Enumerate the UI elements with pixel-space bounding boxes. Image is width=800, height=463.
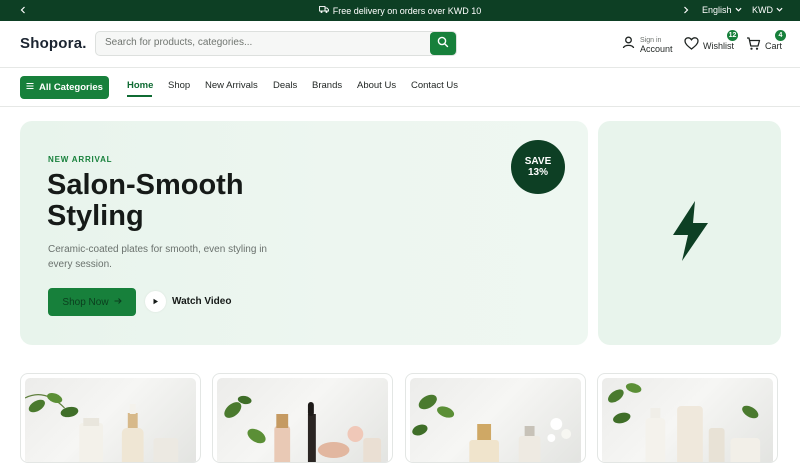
currency-value: KWD bbox=[752, 5, 773, 15]
product-image bbox=[217, 378, 388, 462]
wishlist-link[interactable]: Wishlist bbox=[684, 36, 734, 56]
account-link[interactable]: Sign in Account bbox=[621, 35, 673, 55]
all-categories-label: All Categories bbox=[39, 82, 103, 93]
play-icon bbox=[145, 291, 166, 312]
product-image bbox=[602, 378, 773, 462]
chevron-down-icon bbox=[735, 5, 742, 15]
search-input[interactable] bbox=[105, 37, 425, 48]
active-nav-underline bbox=[127, 95, 152, 97]
chevron-right-icon[interactable] bbox=[680, 4, 692, 16]
nav-link-contact-us[interactable]: Contact Us bbox=[411, 80, 458, 91]
user-icon bbox=[621, 35, 636, 55]
watch-video-label: Watch Video bbox=[172, 296, 232, 307]
account-label: Account bbox=[640, 44, 673, 54]
shop-now-button[interactable]: Shop Now bbox=[48, 288, 136, 316]
announcement-bar: Free delivery on orders over KWD 10 Engl… bbox=[0, 0, 800, 21]
lightning-bolt-icon bbox=[667, 199, 713, 268]
site-logo[interactable]: Shopora. bbox=[20, 35, 87, 52]
currency-select[interactable]: KWD bbox=[752, 5, 783, 15]
wishlist-label: Wishlist bbox=[703, 41, 734, 51]
promo-text: Free delivery on orders over KWD 10 bbox=[332, 5, 482, 16]
nav-link-new-arrivals[interactable]: New Arrivals bbox=[205, 80, 258, 91]
language-value: English bbox=[702, 5, 732, 15]
cart-label: Cart bbox=[765, 41, 783, 51]
hero-eyebrow: NEW ARRIVAL bbox=[48, 155, 113, 164]
search-bar bbox=[95, 31, 457, 56]
product-image bbox=[25, 378, 196, 462]
nav-link-deals[interactable]: Deals bbox=[273, 80, 297, 91]
hero-title: Salon-Smooth Styling bbox=[47, 169, 244, 232]
search-button[interactable] bbox=[430, 32, 456, 55]
all-categories-button[interactable]: All Categories bbox=[20, 76, 109, 99]
cart-count-badge: 4 bbox=[775, 30, 786, 41]
product-image bbox=[410, 378, 581, 462]
chevron-down-icon bbox=[776, 5, 783, 15]
discount-badge-line1: SAVE bbox=[524, 156, 552, 167]
main-nav: All Categories Home Shop New Arrivals De… bbox=[0, 68, 800, 107]
wishlist-count-badge: 12 bbox=[727, 30, 738, 41]
truck-icon bbox=[318, 5, 329, 16]
nav-link-about-us[interactable]: About Us bbox=[357, 80, 396, 91]
menu-icon bbox=[26, 82, 34, 93]
heart-icon bbox=[684, 36, 699, 56]
nav-link-home[interactable]: Home bbox=[127, 80, 153, 91]
shop-now-label: Shop Now bbox=[62, 296, 109, 308]
hero-banner: NEW ARRIVAL Salon-Smooth Styling Ceramic… bbox=[20, 121, 588, 345]
nav-link-brands[interactable]: Brands bbox=[312, 80, 342, 91]
discount-badge-line2: 13% bbox=[527, 167, 548, 178]
language-select[interactable]: English bbox=[702, 5, 742, 15]
arrow-right-icon bbox=[114, 297, 122, 308]
search-icon bbox=[437, 35, 449, 53]
site-header: Shopora. Sign in Account Wishlist 12 Car… bbox=[0, 21, 800, 68]
nav-link-shop[interactable]: Shop bbox=[168, 80, 190, 91]
hero-description: Ceramic-coated plates for smooth, even s… bbox=[48, 244, 267, 270]
discount-badge: SAVE 13% bbox=[511, 140, 565, 194]
watch-video-button[interactable]: Watch Video bbox=[145, 291, 231, 312]
cart-icon bbox=[746, 36, 761, 56]
promo-side-card[interactable] bbox=[598, 121, 781, 345]
